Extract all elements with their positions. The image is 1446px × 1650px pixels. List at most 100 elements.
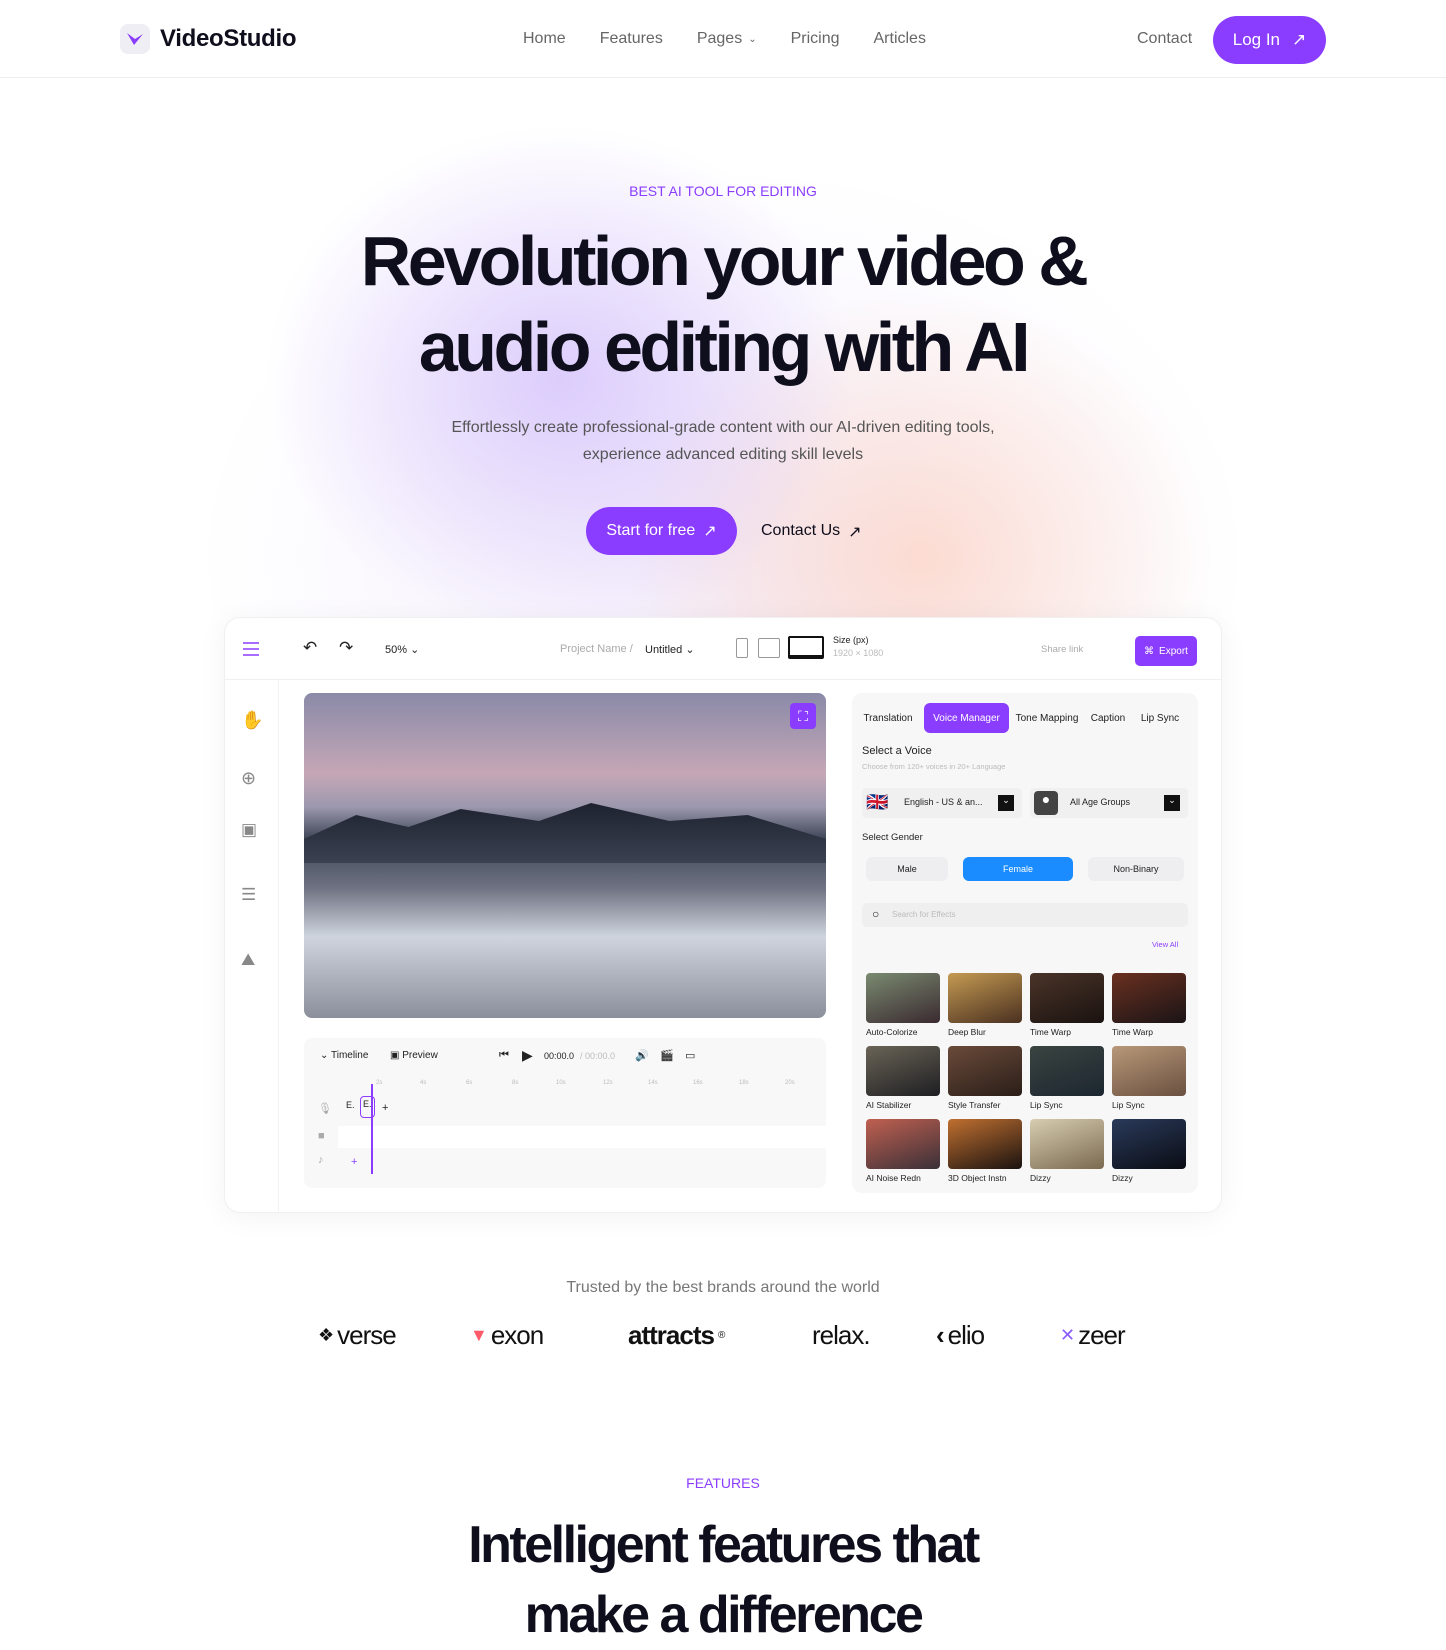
age-group-select[interactable]: ● All Age Groups ⌄ — [1030, 788, 1188, 818]
brand-zeer: ✕ zeer — [1060, 1320, 1126, 1351]
menu-icon[interactable] — [243, 642, 259, 656]
gender-male[interactable]: Male — [866, 857, 948, 881]
project-name-select[interactable]: Untitled ⌄ — [645, 643, 695, 656]
nav-pages[interactable]: Pages ⌄ — [697, 30, 757, 48]
effect-card[interactable]: Lip Sync — [1030, 1046, 1104, 1115]
effect-label: AI Noise Redn — [866, 1173, 921, 1183]
add-clip-icon[interactable]: + — [382, 1102, 388, 1114]
mobile-size-icon[interactable] — [736, 638, 748, 658]
export-button[interactable]: ⌘ Export — [1135, 636, 1197, 666]
gender-non-binary[interactable]: Non-Binary — [1088, 857, 1184, 881]
hand-tool-icon[interactable]: ✋ — [241, 710, 263, 732]
play-icon[interactable]: ▶ — [522, 1047, 533, 1064]
arrow-up-right-icon: ↗ — [848, 524, 862, 541]
effect-label: 3D Object Instn — [948, 1173, 1007, 1183]
registered-icon: ® — [717, 1330, 725, 1341]
volume-icon[interactable]: 🔊 — [635, 1049, 649, 1062]
timeline-toggle[interactable]: ⌄ Timeline — [320, 1050, 368, 1061]
image-gallery-icon[interactable]: ▣ — [241, 820, 263, 842]
captions-icon[interactable]: ▭ — [685, 1049, 695, 1062]
login-label: Log In — [1232, 30, 1280, 49]
effect-card[interactable]: Lip Sync — [1112, 1046, 1186, 1115]
effect-card[interactable]: Time Warp — [1030, 973, 1104, 1042]
login-button[interactable]: Log In ↗ — [1213, 16, 1326, 64]
share-link-button[interactable]: Share link — [1041, 644, 1083, 655]
select-voice-heading: Select a Voice — [862, 745, 932, 757]
features-kicker: FEATURES — [686, 1475, 760, 1491]
gender-female[interactable]: Female — [963, 857, 1073, 881]
add-text-icon[interactable]: ☰ — [241, 885, 263, 907]
start-for-free-button[interactable]: Start for free ↗ — [586, 507, 737, 555]
tick: 8s — [512, 1080, 519, 1086]
brand-label: relax. — [812, 1320, 871, 1350]
effect-card[interactable]: Time Warp — [1112, 973, 1186, 1042]
tab-lip-sync[interactable]: Lip Sync — [1138, 703, 1182, 733]
chevron-down-icon: ⌄ — [685, 644, 695, 656]
brand-label: verse — [337, 1320, 397, 1350]
search-placeholder: Search for Effects — [892, 910, 956, 919]
tab-tone-mapping[interactable]: Tone Mapping — [1014, 703, 1080, 733]
tab-voice-manager[interactable]: Voice Manager — [924, 703, 1009, 733]
effect-card[interactable]: 3D Object Instn — [948, 1119, 1022, 1188]
effect-label: Deep Blur — [948, 1027, 986, 1037]
desktop-size-icon[interactable] — [788, 636, 824, 659]
hero-title-line-2: audio editing with AI — [418, 308, 1031, 386]
video-preview[interactable]: ⛶ — [304, 693, 826, 1018]
timeline-panel: ⌄ Timeline ▣ Preview ⏮ ▶ 00:00.0 / 00:00… — [304, 1038, 826, 1188]
brand-relax: relax. — [812, 1320, 871, 1351]
chevron-down-icon: ⌄ — [748, 33, 757, 45]
playhead[interactable] — [371, 1084, 373, 1174]
effect-card[interactable]: Dizzy — [1030, 1119, 1104, 1188]
effect-label: Lip Sync — [1030, 1100, 1063, 1110]
video-track[interactable] — [338, 1126, 826, 1148]
cta-label: Start for free — [606, 522, 696, 539]
tablet-size-icon[interactable] — [758, 638, 780, 658]
view-all-link[interactable]: View All — [1152, 940, 1178, 949]
redo-icon[interactable]: ↷ — [339, 638, 353, 658]
effects-search-input[interactable]: ○ Search for Effects — [862, 903, 1188, 927]
effect-thumbnail — [1112, 1119, 1186, 1169]
effect-card[interactable]: AI Stabilizer — [866, 1046, 940, 1115]
skip-back-icon[interactable]: ⏮ — [499, 1049, 509, 1062]
chevron-down-icon: ⌄ — [1164, 795, 1180, 811]
add-image-icon[interactable]: ⛰ — [241, 950, 263, 972]
zoom-in-icon[interactable]: ⊕ — [241, 768, 263, 790]
preview-button[interactable]: ▣ Preview — [390, 1050, 438, 1061]
export-label: Export — [1159, 645, 1188, 657]
clapper-icon[interactable]: 🎬 — [660, 1049, 674, 1062]
contact-us-link[interactable]: Contact Us ↗ — [761, 522, 862, 542]
tab-translation[interactable]: Translation — [862, 703, 914, 733]
effect-card[interactable]: Dizzy — [1112, 1119, 1186, 1188]
nav-contact[interactable]: Contact — [1137, 30, 1192, 48]
effect-card[interactable]: Style Transfer — [948, 1046, 1022, 1115]
effect-card[interactable]: Auto-Colorize — [866, 973, 940, 1042]
undo-icon[interactable]: ↶ — [303, 638, 317, 658]
effect-card[interactable]: Deep Blur — [948, 973, 1022, 1042]
clip[interactable]: E. — [346, 1100, 355, 1110]
fullscreen-icon[interactable]: ⛶ — [790, 703, 816, 729]
add-audio-icon[interactable]: + — [351, 1156, 357, 1168]
effect-thumbnail — [1112, 1046, 1186, 1096]
tab-caption[interactable]: Caption — [1088, 703, 1128, 733]
logo[interactable]: VideoStudio — [120, 24, 297, 54]
brand-name: VideoStudio — [160, 25, 297, 52]
timeline-label: Timeline — [330, 1050, 369, 1061]
tick: 18s — [739, 1080, 749, 1086]
age-group-value: All Age Groups — [1070, 797, 1131, 807]
hero-title-line-1: Revolution your video & — [360, 222, 1089, 300]
nav-pricing[interactable]: Pricing — [791, 30, 840, 48]
uk-flag-icon: 🇬🇧 — [866, 792, 889, 812]
arrow-up-right-icon: ↗ — [703, 523, 717, 540]
nav-features[interactable]: Features — [600, 30, 663, 48]
nav-home[interactable]: Home — [523, 30, 566, 48]
zeer-logo-icon: ✕ — [1060, 1325, 1075, 1345]
language-select[interactable]: 🇬🇧 English - US & an... ⌄ — [862, 788, 1022, 818]
effect-card[interactable]: AI Noise Redn — [866, 1119, 940, 1188]
effect-thumbnail — [1030, 973, 1104, 1023]
tick: 20s — [785, 1080, 795, 1086]
project-name: Untitled — [645, 644, 683, 656]
features-title: Intelligent features that make a differen… — [0, 1510, 1446, 1650]
nav-pages-label: Pages — [696, 30, 743, 47]
nav-articles[interactable]: Articles — [874, 30, 926, 48]
zoom-select[interactable]: 50% ⌄ — [385, 643, 419, 656]
